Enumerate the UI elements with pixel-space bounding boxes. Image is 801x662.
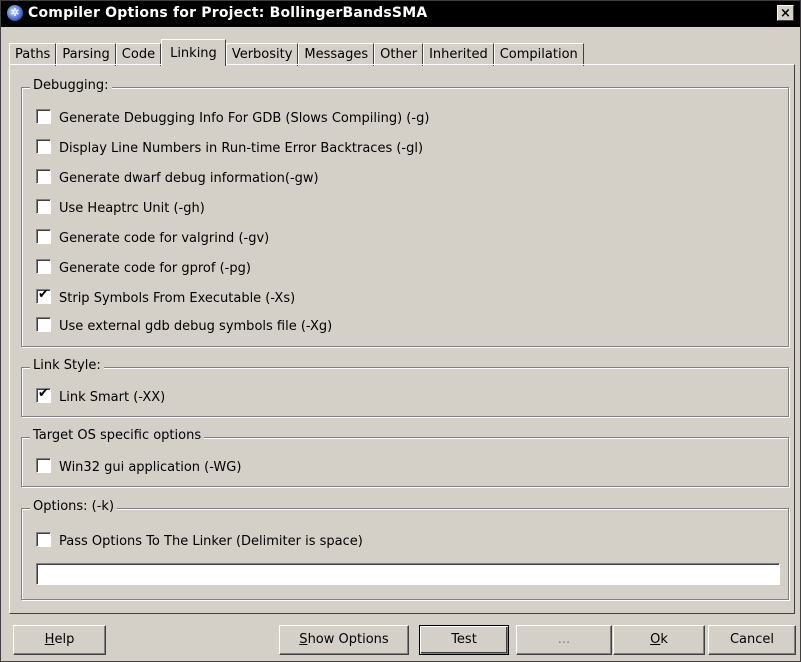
cancel-button[interactable]: Cancel: [708, 625, 796, 655]
checkbox-valgrind[interactable]: [36, 229, 51, 244]
tab-paths[interactable]: Paths: [9, 43, 57, 66]
checkbox-row-pass-options[interactable]: Pass Options To The Linker (Delimiter is…: [36, 532, 363, 552]
help-button[interactable]: Help: [13, 625, 106, 655]
linker-options-group: Options: (-k) Pass Options To The Linker…: [21, 499, 789, 600]
checkbox-row-valgrind[interactable]: Generate code for valgrind (-gv): [36, 229, 269, 249]
tab-parsing[interactable]: Parsing: [56, 43, 116, 66]
tab-code[interactable]: Code: [115, 43, 162, 66]
link-style-group-title: Link Style:: [30, 358, 104, 373]
checkbox-row-link-smart[interactable]: ✔ Link Smart (-XX): [36, 386, 166, 408]
checkbox-external-gdb[interactable]: [36, 317, 51, 332]
window-title: Compiler Options for Project: BollingerB…: [28, 5, 428, 21]
checkbox-heaptrc[interactable]: [36, 199, 51, 214]
title-bar[interactable]: ✲ Compiler Options for Project: Bollinge…: [1, 1, 800, 27]
checkbox-row-heaptrc[interactable]: Use Heaptrc Unit (-gh): [36, 199, 205, 219]
checkbox-label: Generate dwarf debug information(-gw): [59, 171, 319, 186]
checkbox-row-strip-symbols[interactable]: ✔ Strip Symbols From Executable (-Xs): [36, 287, 296, 309]
debugging-group-title: Debugging:: [30, 78, 112, 93]
checkbox-line-numbers[interactable]: [36, 139, 51, 154]
checkbox-dwarf[interactable]: [36, 169, 51, 184]
tab-messages[interactable]: Messages: [298, 43, 375, 66]
tab-compilation[interactable]: Compilation: [493, 43, 584, 66]
debugging-group: Debugging: Generate Debugging Info For G…: [21, 78, 789, 347]
show-options-button[interactable]: Show Options: [279, 625, 409, 655]
checkbox-label: Display Line Numbers in Run-time Error B…: [59, 141, 424, 156]
linker-options-group-title: Options: (-k): [30, 499, 118, 514]
tab-linking[interactable]: Linking: [161, 39, 226, 66]
target-os-group: Target OS specific options Win32 gui app…: [21, 428, 789, 487]
checkbox-row-win32-gui[interactable]: Win32 gui application (-WG): [36, 458, 241, 478]
tab-verbosity[interactable]: Verbosity: [225, 43, 299, 66]
checkbox-label: Strip Symbols From Executable (-Xs): [59, 291, 296, 306]
tab-inherited[interactable]: Inherited: [423, 43, 494, 66]
test-button[interactable]: Test: [419, 625, 509, 655]
tab-other[interactable]: Other: [374, 43, 424, 66]
close-button[interactable]: ×: [777, 5, 794, 21]
compiler-options-dialog: ✲ Compiler Options for Project: Bollinge…: [0, 0, 801, 662]
checkbox-pass-options[interactable]: [36, 532, 51, 547]
checkbox-row-gprof[interactable]: Generate code for gprof (-pg): [36, 259, 251, 279]
ok-button[interactable]: Ok: [613, 625, 705, 655]
checkbox-label: Generate code for valgrind (-gv): [59, 231, 270, 246]
checkbox-debug-gdb[interactable]: [36, 109, 51, 124]
checkbox-label: Pass Options To The Linker (Delimiter is…: [59, 534, 363, 549]
checkbox-row-line-numbers[interactable]: Display Line Numbers in Run-time Error B…: [36, 139, 423, 159]
ellipsis-button[interactable]: ...: [516, 625, 612, 655]
checkbox-label: Link Smart (-XX): [59, 390, 166, 405]
linker-options-input[interactable]: [36, 563, 780, 585]
checkbox-win32-gui[interactable]: [36, 458, 51, 473]
checkbox-label: Use Heaptrc Unit (-gh): [59, 201, 205, 216]
lazarus-app-icon: ✲: [7, 5, 23, 21]
checkbox-label: Win32 gui application (-WG): [59, 460, 242, 475]
checkbox-label: Generate code for gprof (-pg): [59, 261, 251, 276]
checkbox-label: Generate Debugging Info For GDB (Slows C…: [59, 111, 430, 126]
tab-strip: Paths Parsing Code Linking Verbosity Mes…: [9, 39, 584, 66]
checkbox-link-smart[interactable]: ✔: [36, 386, 51, 403]
checkmark-icon: ✔: [38, 386, 49, 401]
checkmark-icon: ✔: [38, 287, 49, 302]
link-style-group: Link Style: ✔ Link Smart (-XX): [21, 358, 789, 417]
checkbox-gprof[interactable]: [36, 259, 51, 274]
checkbox-row-dwarf[interactable]: Generate dwarf debug information(-gw): [36, 169, 319, 189]
target-os-group-title: Target OS specific options: [30, 428, 205, 443]
checkbox-strip-symbols[interactable]: ✔: [36, 287, 51, 304]
checkbox-row-external-gdb[interactable]: Use external gdb debug symbols file (-Xg…: [36, 317, 332, 337]
checkbox-row-debug-gdb[interactable]: Generate Debugging Info For GDB (Slows C…: [36, 109, 429, 129]
checkbox-label: Use external gdb debug symbols file (-Xg…: [59, 319, 333, 334]
